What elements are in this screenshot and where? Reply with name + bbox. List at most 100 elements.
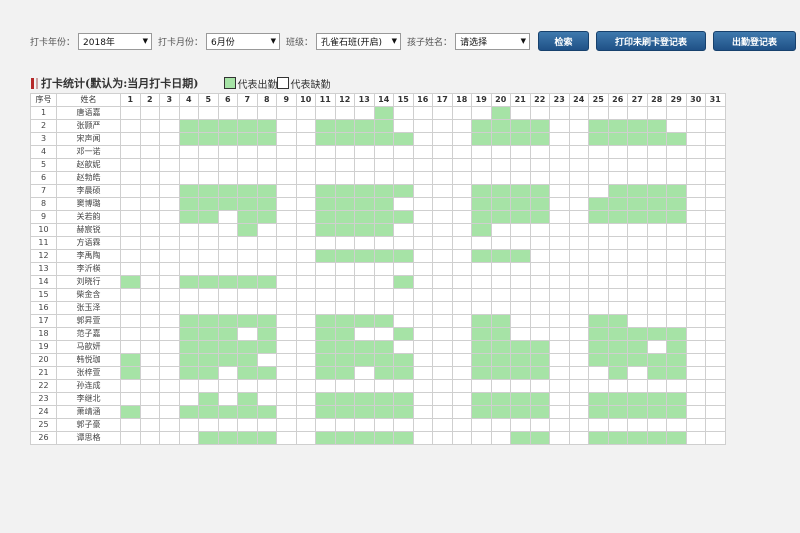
day-cell-absent [646, 288, 667, 302]
day-cell-absent [198, 418, 219, 432]
day-cell-absent [256, 353, 277, 367]
day-cell-absent [627, 236, 648, 250]
day-cell-absent [549, 405, 570, 419]
day-cell-absent [549, 327, 570, 341]
day-cell-absent [354, 418, 375, 432]
day-cell-absent [178, 379, 199, 393]
day-cell-absent [412, 236, 433, 250]
day-cell-absent [471, 275, 492, 289]
day-cell-absent [178, 145, 199, 159]
day-cell-absent [256, 145, 277, 159]
day-cell-present [529, 132, 550, 146]
search-button[interactable]: 检索 [538, 31, 590, 51]
day-cell-present [373, 132, 394, 146]
header-day: 11 [315, 93, 336, 107]
day-cell-absent [315, 301, 336, 315]
day-cell-absent [685, 158, 706, 172]
day-cell-absent [295, 249, 316, 263]
day-cell-absent [549, 379, 570, 393]
day-cell-present [178, 132, 199, 146]
day-cell-absent [159, 301, 180, 315]
day-cell-present [256, 340, 277, 354]
day-cell-absent [549, 184, 570, 198]
day-cell-absent [237, 418, 258, 432]
attendance-sheet-button[interactable]: 出勤登记表 [713, 31, 797, 51]
day-cell-present [237, 366, 258, 380]
day-cell-absent [276, 340, 297, 354]
day-cell-present [490, 210, 511, 224]
day-cell-present [198, 210, 219, 224]
day-cell-present [393, 405, 414, 419]
day-cell-absent [334, 145, 355, 159]
day-cell-absent [666, 119, 687, 133]
day-cell-absent [568, 314, 589, 328]
day-cell-present [607, 210, 628, 224]
day-cell-present [529, 392, 550, 406]
day-cell-present [666, 353, 687, 367]
day-cell-present [471, 392, 492, 406]
day-cell-absent [354, 106, 375, 120]
day-cell-absent [295, 119, 316, 133]
day-cell-absent [705, 158, 726, 172]
day-cell-absent [237, 301, 258, 315]
day-cell-absent [607, 223, 628, 237]
day-cell-present [334, 132, 355, 146]
day-cell-absent [237, 288, 258, 302]
day-cell-absent [588, 223, 609, 237]
day-cell-present [607, 392, 628, 406]
day-cell-present [315, 249, 336, 263]
day-cell-absent [646, 301, 667, 315]
day-cell-absent [705, 288, 726, 302]
day-cell-present [393, 132, 414, 146]
day-cell-absent [510, 301, 531, 315]
day-cell-absent [705, 353, 726, 367]
day-cell-absent [529, 327, 550, 341]
table-row: 18 范子嘉 [30, 327, 726, 341]
day-cell-absent [549, 314, 570, 328]
print-unswiped-button[interactable]: 打印未刷卡登记表 [596, 31, 707, 51]
day-cell-present [237, 119, 258, 133]
day-cell-absent [393, 262, 414, 276]
day-cell-absent [627, 275, 648, 289]
day-cell-present [334, 366, 355, 380]
day-cell-absent [120, 119, 141, 133]
header-day: 6 [217, 93, 238, 107]
day-cell-absent [510, 327, 531, 341]
student-name: 刘晓行 [56, 275, 121, 289]
day-cell-absent [139, 405, 160, 419]
day-cell-absent [451, 171, 472, 185]
day-cell-absent [412, 223, 433, 237]
day-cell-absent [588, 288, 609, 302]
day-cell-absent [685, 184, 706, 198]
month-select[interactable]: 6月份 ▼ [206, 32, 281, 50]
day-cell-absent [549, 288, 570, 302]
day-cell-absent [490, 262, 511, 276]
day-cell-absent [412, 171, 433, 185]
day-cell-absent [412, 418, 433, 432]
day-cell-present [510, 119, 531, 133]
table-row: 14 刘晓行 [30, 275, 726, 289]
day-cell-present [334, 405, 355, 419]
day-cell-absent [568, 431, 589, 445]
row-number: 21 [30, 366, 57, 380]
class-select[interactable]: 孔雀石班(开启) ▼ [316, 32, 402, 50]
day-cell-absent [354, 379, 375, 393]
day-cell-absent [490, 171, 511, 185]
day-cell-present [607, 405, 628, 419]
day-cell-absent [276, 314, 297, 328]
row-number: 18 [30, 327, 57, 341]
day-cell-present [315, 431, 336, 445]
day-cell-present [646, 405, 667, 419]
day-cell-absent [471, 431, 492, 445]
year-select[interactable]: 2018年 ▼ [78, 32, 153, 50]
child-select[interactable]: 请选择 ▼ [455, 32, 531, 50]
day-cell-absent [373, 418, 394, 432]
day-cell-present [588, 340, 609, 354]
day-cell-absent [549, 418, 570, 432]
day-cell-absent [159, 145, 180, 159]
day-cell-absent [568, 379, 589, 393]
day-cell-present [588, 405, 609, 419]
day-cell-absent [549, 340, 570, 354]
day-cell-absent [646, 379, 667, 393]
table-row: 26 谭思格 [30, 431, 726, 445]
